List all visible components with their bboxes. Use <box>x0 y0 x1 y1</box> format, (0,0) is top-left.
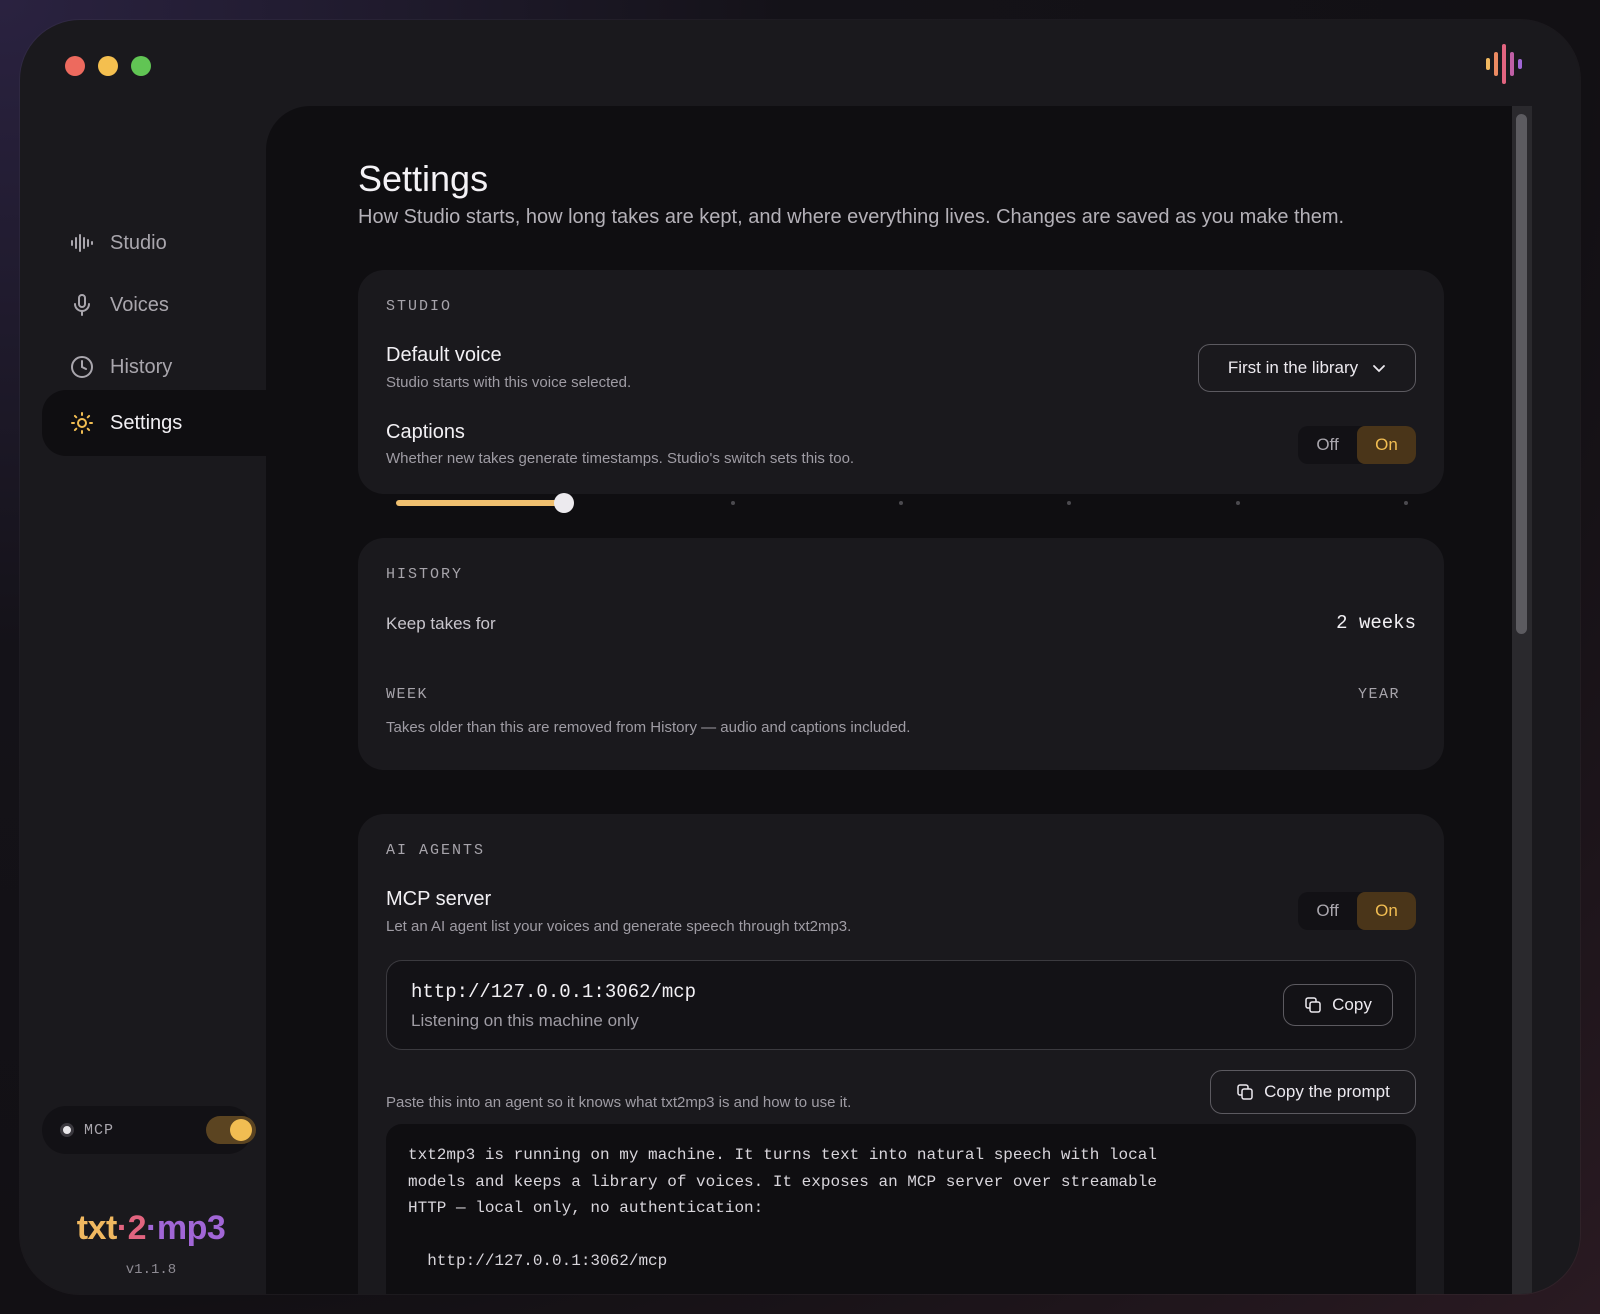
settings-panel: Settings How Studio starts, how long tak… <box>266 106 1512 1294</box>
minimize-window-button[interactable] <box>98 56 118 76</box>
scrollbar-thumb[interactable] <box>1516 114 1527 634</box>
scrollbar[interactable] <box>1512 106 1532 1294</box>
sun-icon <box>71 412 93 434</box>
copy-url-button[interactable]: Copy <box>1283 984 1393 1026</box>
sidebar-item-studio[interactable]: Studio <box>42 212 266 274</box>
slider-tick <box>1235 501 1240 505</box>
mcp-url-status: Listening on this machine only <box>411 1011 639 1030</box>
brand-sep: · <box>116 1209 128 1247</box>
page-title: Settings <box>358 158 489 199</box>
copy-icon <box>1237 1084 1253 1100</box>
copy-label: Copy <box>1332 995 1372 1014</box>
agent-prompt-text: txt2mp3 is running on my machine. It tur… <box>386 1124 1416 1294</box>
keep-takes-value: 2 weeks <box>1336 612 1416 634</box>
mcp-toggle[interactable] <box>206 1116 256 1144</box>
sidebar-item-history[interactable]: History <box>42 336 266 398</box>
slider-tick <box>899 501 903 505</box>
page-subtitle: How Studio starts, how long takes are ke… <box>358 206 1345 228</box>
slider-fill <box>396 500 564 506</box>
default-voice-select[interactable]: First in the library <box>1198 344 1416 392</box>
copy-prompt-button[interactable]: Copy the prompt <box>1210 1070 1416 1114</box>
brand-part-2: 2 <box>127 1209 147 1247</box>
mcp-status-dot <box>60 1123 74 1137</box>
window-controls <box>65 56 151 76</box>
section-label: STUDIO <box>386 298 453 315</box>
chevron-down-icon <box>1373 365 1386 373</box>
default-voice-title: Default voice <box>386 344 502 366</box>
microphone-icon <box>74 294 90 316</box>
default-voice-value: First in the library <box>1227 358 1359 377</box>
brand-sep: · <box>146 1209 157 1247</box>
mcp-server-desc: Let an AI agent list your voices and gen… <box>386 918 852 935</box>
mcp-url-box: http://127.0.0.1:3062/mcp Listening on t… <box>386 960 1416 1050</box>
slider-tick <box>1067 501 1072 505</box>
sidebar-item-voices[interactable]: Voices <box>42 274 266 336</box>
captions-toggle[interactable]: Off On <box>1298 426 1416 464</box>
section-label: HISTORY <box>386 566 464 583</box>
mcp-off-option[interactable]: Off <box>1298 892 1357 930</box>
ai-agents-card: AI AGENTS MCP server Let an AI agent lis… <box>358 814 1444 1294</box>
sidebar-item-settings[interactable]: Settings <box>42 390 266 456</box>
mcp-label: MCP <box>84 1121 115 1139</box>
slider-tick <box>730 501 735 505</box>
mcp-on-option[interactable]: On <box>1357 892 1416 930</box>
slider-min-label: WEEK <box>386 686 429 703</box>
retention-slider[interactable] <box>396 493 1408 513</box>
waveform-icon <box>71 234 93 252</box>
captions-off-option[interactable]: Off <box>1298 426 1357 464</box>
app-window: Studio Voices History Settings MCP txt·2… <box>20 20 1580 1294</box>
mcp-server-toggle[interactable]: Off On <box>1298 892 1416 930</box>
captions-title: Captions <box>386 421 465 443</box>
brand-part-mp3: mp3 <box>156 1209 226 1247</box>
sidebar: Studio Voices History Settings MCP txt·2… <box>20 106 266 1294</box>
studio-card: STUDIO Default voice Studio starts with … <box>358 270 1444 494</box>
default-voice-desc: Studio starts with this voice selected. <box>386 374 632 391</box>
mcp-url: http://127.0.0.1:3062/mcp <box>411 981 697 1003</box>
slider-thumb[interactable] <box>553 493 574 513</box>
sidebar-item-label: History <box>110 355 173 378</box>
captions-on-option[interactable]: On <box>1357 426 1416 464</box>
mcp-status-pill: MCP <box>42 1106 256 1154</box>
slider-tick <box>1404 501 1408 505</box>
prompt-hint: Paste this into an agent so it knows wha… <box>386 1094 852 1111</box>
sidebar-item-label: Settings <box>110 411 183 434</box>
clock-icon <box>71 356 93 378</box>
copy-prompt-label: Copy the prompt <box>1264 1082 1390 1101</box>
copy-icon <box>1305 997 1321 1013</box>
app-logo-icon <box>1486 44 1528 89</box>
history-note: Takes older than this are removed from H… <box>386 719 911 736</box>
brand-logo: txt·2·mp3 <box>20 1209 282 1248</box>
sidebar-item-label: Studio <box>110 231 167 254</box>
app-version: v1.1.8 <box>125 1262 177 1278</box>
brand-part-txt: txt <box>76 1209 118 1247</box>
keep-takes-label: Keep takes for <box>386 614 496 633</box>
captions-desc: Whether new takes generate timestamps. S… <box>386 450 855 467</box>
zoom-window-button[interactable] <box>131 56 151 76</box>
close-window-button[interactable] <box>65 56 85 76</box>
section-label: AI AGENTS <box>386 842 486 859</box>
sidebar-item-label: Voices <box>110 293 169 316</box>
mcp-server-title: MCP server <box>386 888 492 910</box>
slider-max-label: YEAR <box>1358 686 1401 703</box>
